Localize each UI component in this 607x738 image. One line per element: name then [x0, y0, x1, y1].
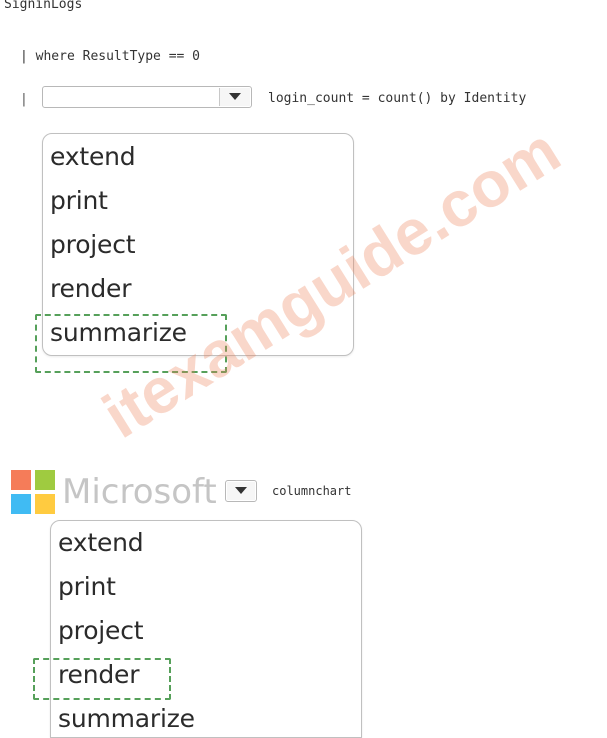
option-project[interactable]: project	[58, 616, 144, 645]
option-render[interactable]: render	[58, 660, 139, 689]
option-print[interactable]: print	[58, 572, 116, 601]
query-summarize-expression: login_count = count() by Identity	[268, 91, 527, 106]
option-extend[interactable]: extend	[50, 142, 136, 171]
option-summarize[interactable]: summarize	[58, 704, 195, 733]
query-table-name: SigninLogs	[4, 0, 83, 12]
option-extend[interactable]: extend	[58, 528, 144, 557]
query-where-clause: | where ResultType == 0	[20, 49, 201, 64]
operator-dropdown-1[interactable]	[42, 86, 252, 108]
option-project[interactable]: project	[50, 230, 136, 259]
option-print[interactable]: print	[50, 186, 108, 215]
chevron-down-icon[interactable]	[227, 482, 255, 500]
chevron-down-icon[interactable]	[219, 88, 250, 106]
query-render-argument: columnchart	[272, 484, 352, 498]
microsoft-logo-text: Microsoft	[62, 472, 217, 512]
option-summarize[interactable]: summarize	[50, 318, 187, 347]
microsoft-logo-icon	[11, 470, 57, 516]
operator-dropdown-2[interactable]	[225, 480, 257, 502]
option-render[interactable]: render	[50, 274, 131, 303]
query-pipe: |	[20, 92, 28, 107]
